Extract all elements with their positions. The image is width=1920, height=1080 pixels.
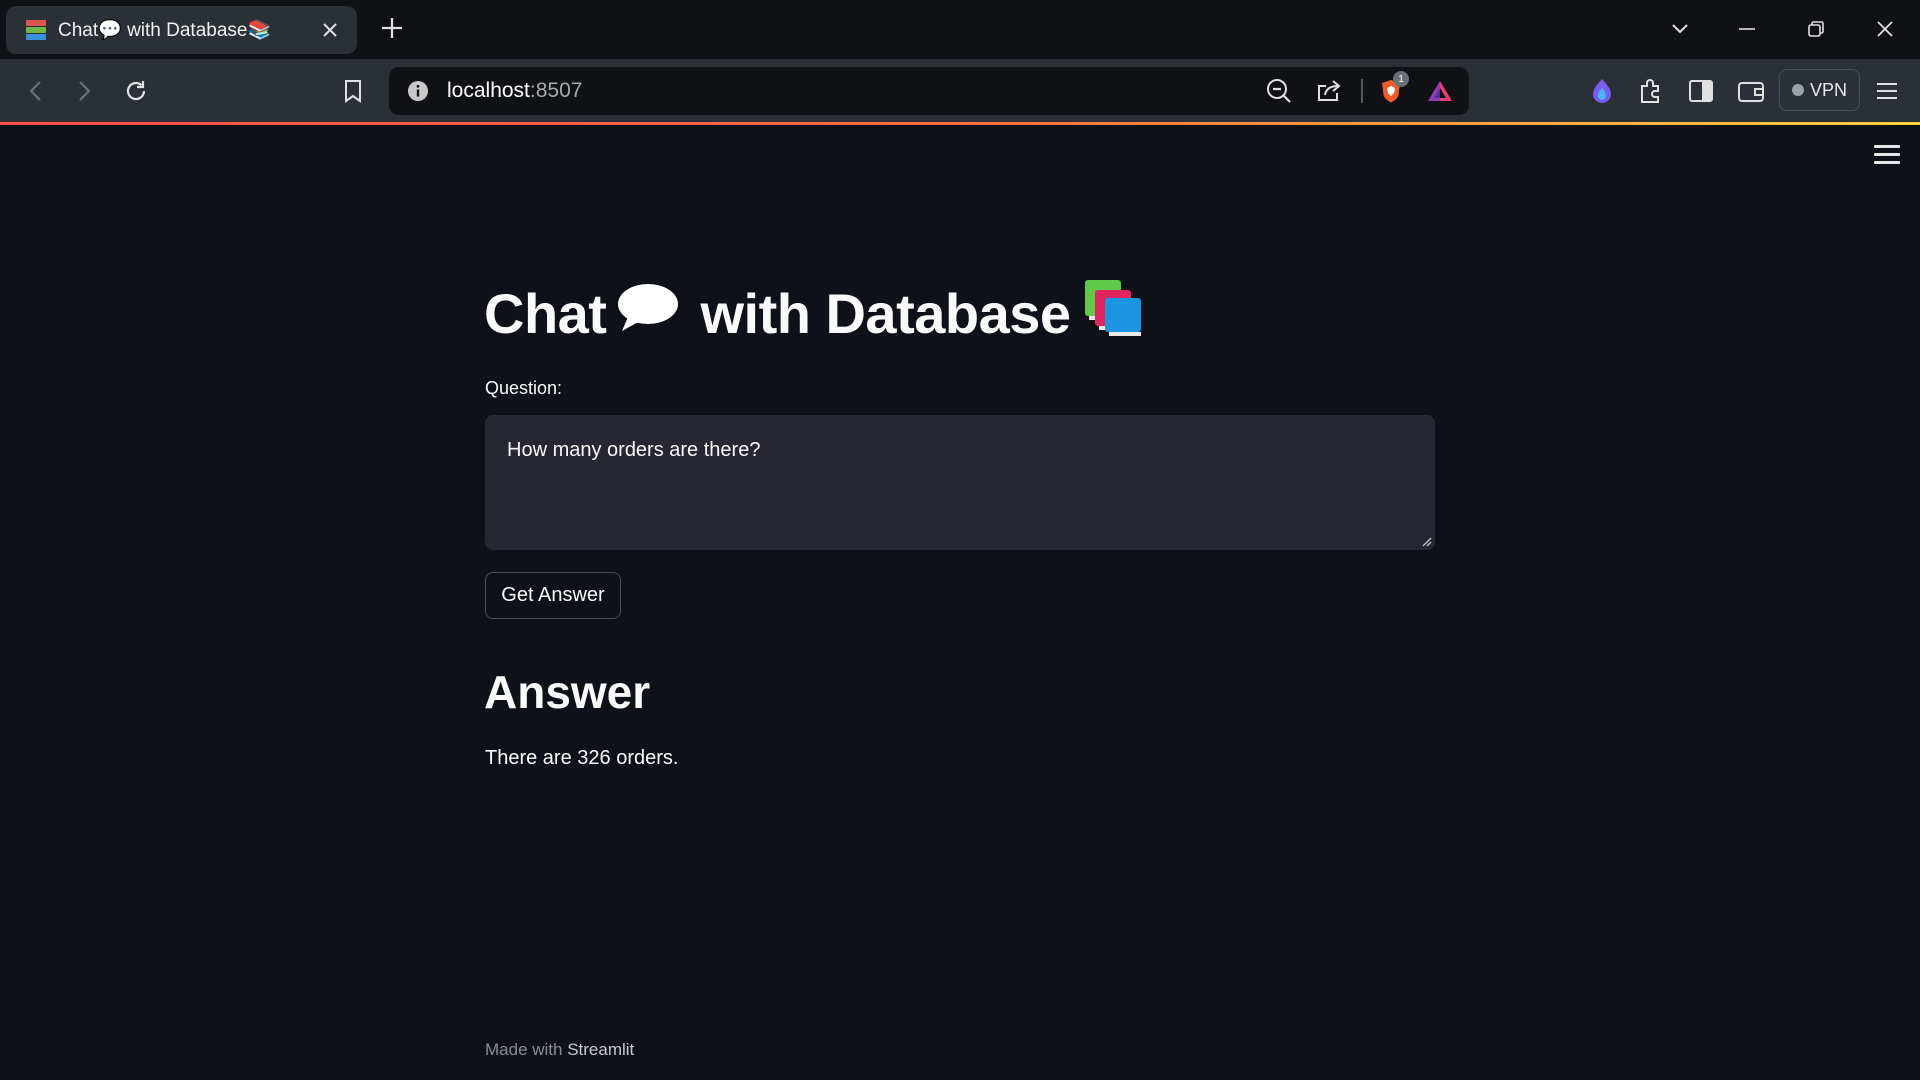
streamlit-decoration-bar — [0, 122, 1920, 125]
brave-rewards-icon[interactable] — [1424, 75, 1456, 107]
tab-bar: Chat💬 with Database📚 — [0, 0, 1920, 59]
restore-icon[interactable] — [1801, 14, 1831, 44]
page-title: Chat with Database — [484, 278, 1145, 349]
minimize-icon[interactable] — [1732, 14, 1762, 44]
brave-shields-icon[interactable]: 1 — [1375, 71, 1409, 107]
tab-search-chevron-down-icon[interactable] — [1665, 14, 1695, 44]
site-info-icon[interactable] — [402, 75, 434, 107]
wallet-icon[interactable] — [1735, 75, 1767, 107]
url-port: :8507 — [529, 79, 583, 102]
answer-heading: Answer — [484, 666, 651, 718]
app-main-menu-icon[interactable] — [1874, 145, 1900, 167]
vpn-label: VPN — [1809, 79, 1847, 100]
resize-grip-icon[interactable] — [1420, 535, 1432, 547]
vpn-button[interactable]: VPN — [1779, 69, 1860, 111]
forward-icon[interactable] — [69, 75, 101, 107]
tab-title: Chat💬 with Database📚 — [58, 20, 272, 41]
reload-icon[interactable] — [120, 75, 152, 107]
menu-icon[interactable] — [1871, 75, 1903, 107]
browser-toolbar: localhost:8507 1 VPN — [0, 59, 1920, 122]
streamlit-link[interactable]: Streamlit — [567, 1040, 634, 1059]
streamlit-favicon-icon — [24, 18, 48, 42]
question-textarea-value[interactable]: How many orders are there? — [507, 439, 760, 462]
question-textarea[interactable]: How many orders are there? — [485, 415, 1435, 550]
back-icon[interactable] — [19, 75, 51, 107]
browser-tab[interactable]: Chat💬 with Database📚 — [6, 6, 357, 54]
footer-prefix: Made with — [485, 1040, 568, 1059]
sidebar-icon[interactable] — [1685, 75, 1717, 107]
speech-bubble-icon — [616, 281, 680, 346]
zoom-out-icon[interactable] — [1263, 75, 1295, 107]
url-divider — [1361, 79, 1363, 103]
new-tab-icon[interactable] — [378, 14, 406, 42]
share-icon[interactable] — [1314, 75, 1346, 107]
question-label: Question: — [485, 378, 563, 398]
bookmark-icon[interactable] — [337, 75, 369, 107]
vpn-status-icon — [1791, 84, 1804, 96]
close-window-icon[interactable] — [1870, 14, 1900, 44]
footer: Made with Streamlit — [485, 1040, 634, 1060]
leo-icon[interactable] — [1586, 75, 1618, 107]
shields-badge: 1 — [1393, 71, 1409, 87]
title-text-chat: Chat — [484, 282, 607, 345]
books-icon — [1083, 278, 1145, 349]
url-host: localhost — [447, 79, 530, 102]
tab-close-icon[interactable] — [317, 17, 343, 43]
get-answer-button[interactable]: Get Answer — [485, 572, 621, 619]
address-bar[interactable]: localhost:8507 1 — [389, 67, 1469, 115]
answer-text: There are 326 orders. — [485, 747, 679, 769]
url-text[interactable]: localhost:8507 — [447, 79, 582, 103]
title-text-database: with Database — [700, 282, 1071, 345]
extensions-icon[interactable] — [1635, 75, 1667, 107]
